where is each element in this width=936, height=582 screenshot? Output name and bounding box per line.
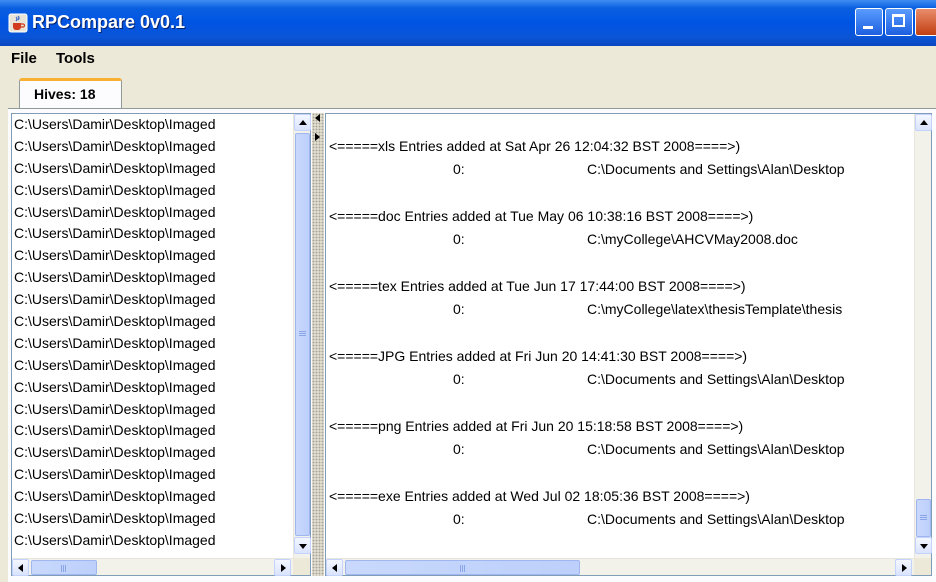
arrow-up-icon bbox=[299, 120, 307, 125]
hive-list[interactable]: C:\Users\Damir\Desktop\Imaged C:\Users\Da… bbox=[14, 114, 292, 552]
hive-list-item[interactable]: C:\Users\Damir\Desktop\Imaged bbox=[14, 333, 292, 355]
entries-horizontal-scrollbar[interactable] bbox=[326, 558, 914, 576]
entry-index: 0: bbox=[453, 231, 465, 247]
entry-index: 0: bbox=[453, 441, 465, 457]
hive-list-item[interactable]: C:\Users\Damir\Desktop\Imaged bbox=[14, 311, 292, 333]
hive-list-item[interactable]: C:\Users\Damir\Desktop\Imaged bbox=[14, 267, 292, 289]
entry-index: 0: bbox=[453, 301, 465, 317]
minimize-button[interactable] bbox=[855, 8, 883, 36]
hive-list-item[interactable]: C:\Users\Damir\Desktop\Imaged bbox=[14, 508, 292, 530]
hive-list-item[interactable]: C:\Users\Damir\Desktop\Imaged bbox=[14, 114, 292, 136]
entries-vertical-scrollbar[interactable] bbox=[914, 114, 932, 558]
hive-list-scroll-left-button[interactable] bbox=[12, 559, 29, 576]
hive-list-scroll-right-button[interactable] bbox=[274, 559, 291, 576]
entries-scroll-thumb[interactable] bbox=[916, 499, 931, 537]
entry-index: 0: bbox=[453, 511, 465, 527]
entry-header: <=====JPG Entries added at Fri Jun 20 14… bbox=[329, 348, 748, 364]
scroll-corner bbox=[293, 558, 310, 575]
scroll-corner bbox=[914, 558, 931, 575]
arrow-right-icon bbox=[902, 564, 907, 572]
hive-list-horizontal-scrollbar[interactable] bbox=[12, 558, 293, 576]
arrow-up-icon bbox=[920, 120, 928, 125]
app-window: RPCompare 0v0.1 File Tools Hives: 18 C:\… bbox=[0, 0, 936, 582]
menu-tools[interactable]: Tools bbox=[56, 50, 95, 67]
hive-list-item[interactable]: C:\Users\Damir\Desktop\Imaged bbox=[14, 377, 292, 399]
hive-list-item[interactable]: C:\Users\Damir\Desktop\Imaged bbox=[14, 245, 292, 267]
hive-list-item[interactable]: C:\Users\Damir\Desktop\Imaged bbox=[14, 180, 292, 202]
entry-group: <=====JPG Entries added at Fri Jun 20 14… bbox=[329, 346, 909, 416]
tab-hives[interactable]: Hives: 18 bbox=[19, 78, 122, 109]
entry-header: <=====tex Entries added at Tue Jun 17 17… bbox=[329, 278, 746, 294]
arrow-left-icon bbox=[18, 564, 23, 572]
entry-index: 0: bbox=[453, 161, 465, 177]
hive-list-item[interactable]: C:\Users\Damir\Desktop\Imaged bbox=[14, 355, 292, 377]
hive-list-item[interactable]: C:\Users\Damir\Desktop\Imaged bbox=[14, 486, 292, 508]
arrow-left-icon bbox=[332, 564, 337, 572]
split-pane-divider[interactable] bbox=[312, 113, 324, 576]
entry-header: <=====doc Entries added at Tue May 06 10… bbox=[329, 208, 754, 224]
hive-list-vertical-scrollbar[interactable] bbox=[293, 114, 311, 558]
title-bar[interactable]: RPCompare 0v0.1 bbox=[0, 0, 936, 46]
entries-text-area[interactable]: <=====xls Entries added at Sat Apr 26 12… bbox=[329, 136, 909, 550]
entries-text-pane: <=====xls Entries added at Sat Apr 26 12… bbox=[325, 113, 932, 576]
entry-path: C:\Documents and Settings\Alan\Desktop bbox=[587, 161, 845, 177]
entry-header: <=====exe Entries added at Wed Jul 02 18… bbox=[329, 488, 750, 504]
arrow-down-icon bbox=[299, 544, 307, 549]
hive-list-item[interactable]: C:\Users\Damir\Desktop\Imaged bbox=[14, 420, 292, 442]
entry-header: <=====xls Entries added at Sat Apr 26 12… bbox=[329, 138, 741, 154]
hive-list-item[interactable]: C:\Users\Damir\Desktop\Imaged bbox=[14, 289, 292, 311]
entry-index: 0: bbox=[453, 371, 465, 387]
hive-list-hscroll-thumb[interactable] bbox=[31, 560, 97, 575]
grip-icon bbox=[61, 565, 62, 572]
grip-icon bbox=[920, 515, 927, 516]
entry-group: <=====tex Entries added at Tue Jun 17 17… bbox=[329, 276, 909, 346]
hive-list-scroll-down-button[interactable] bbox=[294, 537, 311, 554]
arrow-right-icon bbox=[281, 564, 286, 572]
entry-header: <=====png Entries added at Fri Jun 20 15… bbox=[329, 418, 744, 434]
grip-icon bbox=[299, 331, 306, 332]
menu-file[interactable]: File bbox=[11, 50, 37, 67]
hive-list-item[interactable]: C:\Users\Damir\Desktop\Imaged bbox=[14, 399, 292, 421]
entries-hscroll-thumb[interactable] bbox=[345, 560, 580, 575]
tab-strip: Hives: 18 bbox=[0, 72, 936, 109]
menu-bar: File Tools bbox=[0, 47, 936, 71]
grip-icon bbox=[460, 565, 461, 572]
hive-list-scroll-thumb[interactable] bbox=[295, 133, 310, 536]
entry-group: <=====doc Entries added at Tue May 06 10… bbox=[329, 206, 909, 276]
expand-right-icon[interactable] bbox=[315, 133, 320, 141]
entry-path: C:\Documents and Settings\Alan\Desktop bbox=[587, 371, 845, 387]
entry-group: <=====xls Entries added at Sat Apr 26 12… bbox=[329, 136, 909, 206]
window-title: RPCompare 0v0.1 bbox=[32, 12, 186, 32]
entry-path: C:\myCollege\AHCVMay2008.doc bbox=[587, 231, 798, 247]
maximize-button[interactable] bbox=[885, 8, 913, 36]
hive-list-item[interactable]: C:\Users\Damir\Desktop\Imaged bbox=[14, 530, 292, 552]
entries-scroll-up-button[interactable] bbox=[915, 114, 932, 131]
entry-path: C:\Documents and Settings\Alan\Desktop bbox=[587, 511, 845, 527]
entries-scroll-down-button[interactable] bbox=[915, 537, 932, 554]
hive-list-item[interactable]: C:\Users\Damir\Desktop\Imaged bbox=[14, 464, 292, 486]
tab-hives-label: Hives: 18 bbox=[34, 86, 96, 102]
entries-scroll-left-button[interactable] bbox=[326, 559, 343, 576]
entry-group: <=====exe Entries added at Wed Jul 02 18… bbox=[329, 486, 909, 550]
entry-path: C:\myCollege\latex\thesisTemplate\thesis bbox=[587, 301, 843, 317]
close-button[interactable] bbox=[915, 8, 936, 36]
hive-list-item[interactable]: C:\Users\Damir\Desktop\Imaged bbox=[14, 202, 292, 224]
hive-list-item[interactable]: C:\Users\Damir\Desktop\Imaged bbox=[14, 223, 292, 245]
entry-group: <=====png Entries added at Fri Jun 20 15… bbox=[329, 416, 909, 486]
arrow-down-icon bbox=[920, 544, 928, 549]
java-cup-icon bbox=[8, 13, 28, 33]
hive-list-item[interactable]: C:\Users\Damir\Desktop\Imaged bbox=[14, 136, 292, 158]
entries-scroll-right-button[interactable] bbox=[895, 559, 912, 576]
hive-list-item[interactable]: C:\Users\Damir\Desktop\Imaged bbox=[14, 158, 292, 180]
hive-list-pane: C:\Users\Damir\Desktop\Imaged C:\Users\Da… bbox=[11, 113, 311, 576]
hive-list-scroll-up-button[interactable] bbox=[294, 114, 311, 131]
hive-list-item[interactable]: C:\Users\Damir\Desktop\Imaged bbox=[14, 442, 292, 464]
collapse-left-icon[interactable] bbox=[315, 114, 320, 122]
entry-path: C:\Documents and Settings\Alan\Desktop bbox=[587, 441, 845, 457]
